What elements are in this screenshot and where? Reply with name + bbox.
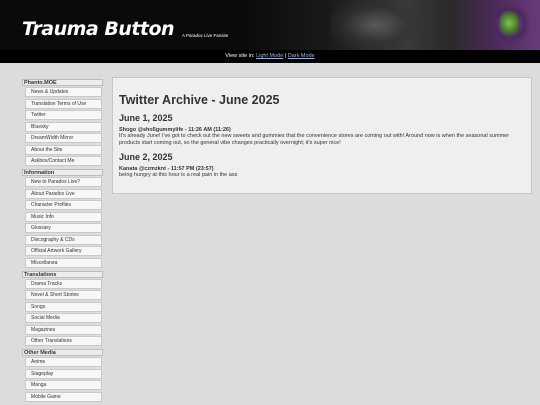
sidebar-item-askbox[interactable]: Askbox/Contact Me	[25, 156, 102, 166]
sidebar-item-character-profiles[interactable]: Character Profiles	[25, 200, 102, 210]
sidebar-item-new-to-paradox[interactable]: New to Paradox Live?	[25, 177, 102, 187]
sidebar-item-news[interactable]: News & Updates	[25, 87, 102, 97]
sidebar-item-glossary[interactable]: Glossary	[25, 223, 102, 233]
sidebar-item-bluesky[interactable]: Bluesky	[25, 121, 102, 132]
day-heading: June 1, 2025	[119, 113, 173, 123]
tweet-text: It's already June! I've got to check out…	[119, 133, 510, 146]
sidebar-heading: Phanto.MOE	[22, 79, 103, 86]
sidebar-item-novels[interactable]: Novel & Short Stories	[25, 290, 102, 300]
view-mode-bar: View site in: Light Mode | Dark Mode	[0, 50, 540, 63]
sidebar-item-anime[interactable]: Anime	[25, 357, 102, 367]
page-title: Twitter Archive - June 2025	[119, 93, 280, 107]
sidebar-item-twitter[interactable]: Twitter	[25, 110, 102, 120]
sidebar-group-translations: Translations Drama Tracks Novel & Short …	[22, 270, 103, 346]
sidebar-item-drama-tracks[interactable]: Drama Tracks	[25, 278, 102, 289]
sidebar-heading: Translations	[22, 270, 103, 278]
dark-mode-link[interactable]: Dark Mode	[288, 53, 315, 59]
tweet-entry: Shogo @sho5gummylife - 11:26 AM (11:26) …	[119, 127, 525, 146]
sidebar-item-stageplay[interactable]: Stageplay	[25, 368, 102, 379]
sidebar-item-discography[interactable]: Discography & CDs	[25, 234, 102, 245]
sidebar-item-translation-terms[interactable]: Translation Terms of Use	[25, 98, 102, 109]
sidebar-item-music-info[interactable]: Music Info	[25, 211, 102, 222]
sidebar-item-other-translations[interactable]: Other Translations	[25, 336, 102, 346]
sidebar-item-about-site[interactable]: About the Site	[25, 144, 102, 155]
banner-artwork	[240, 0, 540, 50]
sidebar-item-manga[interactable]: Manga	[25, 380, 102, 390]
sidebar-group-other-media: Other Media Anime Stageplay Manga Mobile…	[22, 349, 103, 402]
site-banner: Trauma Button A Paradox Live Fansite	[0, 0, 540, 50]
mode-separator: |	[284, 53, 287, 59]
sidebar-item-songs[interactable]: Songs	[25, 301, 102, 312]
sidebar-item-miscellanea[interactable]: Miscellanea	[25, 257, 102, 268]
day-heading: June 2, 2025	[119, 151, 173, 162]
view-mode-prefix: View site in:	[225, 53, 255, 59]
sidebar-item-artwork-gallery[interactable]: Official Artwork Gallery	[25, 246, 102, 256]
sidebar: Phanto.MOE News & Updates Translation Te…	[22, 79, 103, 405]
light-mode-link[interactable]: Light Mode	[256, 53, 283, 59]
sidebar-group-phanto: Phanto.MOE News & Updates Translation Te…	[22, 79, 103, 166]
sidebar-heading: Other Media	[22, 349, 103, 356]
sidebar-item-social-media[interactable]: Social Media	[25, 313, 102, 323]
sidebar-group-information: Information New to Paradox Live? About P…	[22, 169, 103, 268]
sidebar-item-about-paradox[interactable]: About Paradox Live	[25, 188, 102, 199]
tweet-entry: Kanata @czmzknt - 11:57 PM (23:57) being…	[119, 166, 525, 179]
site-title[interactable]: Trauma Button	[22, 18, 175, 40]
main-content: Twitter Archive - June 2025 June 1, 2025…	[112, 77, 532, 194]
site-subtitle: A Paradox Live Fansite	[182, 33, 229, 38]
sidebar-item-dreamwidth[interactable]: DreamWidth Mirror	[25, 133, 102, 143]
sidebar-heading: Information	[22, 169, 103, 176]
sidebar-item-mobile-game[interactable]: Mobile Game	[25, 391, 102, 402]
sidebar-item-magazines[interactable]: Magazines	[25, 324, 102, 335]
tweet-text: being hungry at this hour is a real pain…	[119, 172, 238, 179]
